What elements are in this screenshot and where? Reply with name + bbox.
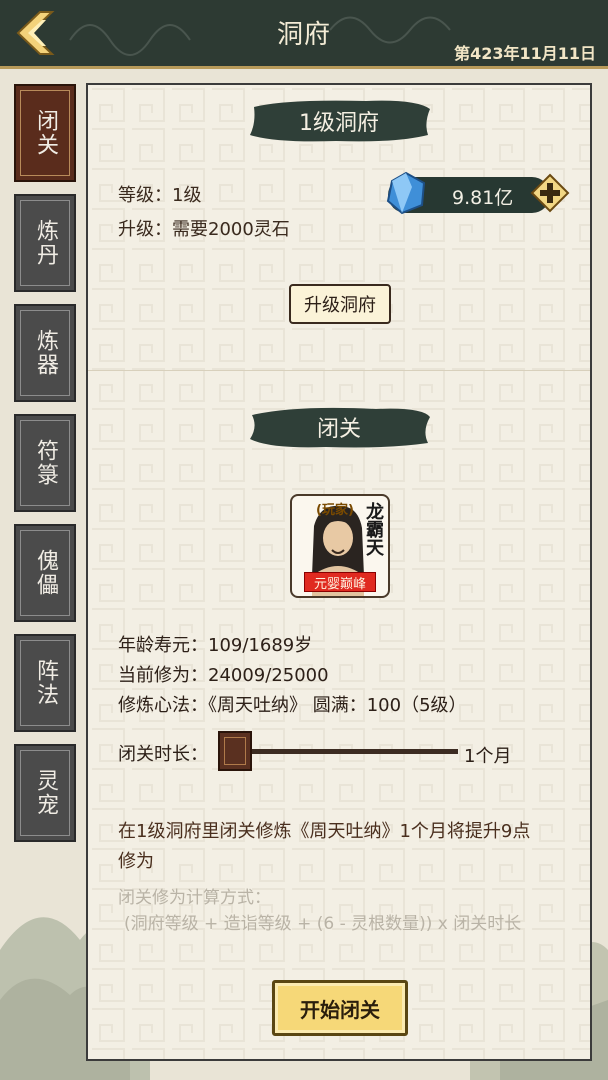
tab-label: 炼器	[33, 329, 58, 377]
start-retreat-button[interactable]: 开始闭关	[272, 980, 408, 1036]
tab-label: 傀儡	[33, 549, 58, 597]
game-date: 第423年11月11日	[454, 44, 596, 63]
top-bar: 洞府 第423年11月11日	[0, 0, 608, 69]
cave-banner-label: 1级洞府	[299, 111, 379, 136]
upgrade-cave-button[interactable]: 升级洞府	[289, 284, 391, 324]
upgrade-cost: 升级：需要2000灵石	[118, 219, 290, 240]
formula-text: (洞府等级 + 造诣等级 + (6 - 灵根数量)) x 闭关时长	[124, 914, 522, 934]
retreat-banner-label: 闭关	[316, 417, 361, 442]
tab-alchemy[interactable]: 炼丹	[14, 194, 76, 292]
cave-level: 等级：1级	[118, 185, 202, 206]
tab-label: 阵法	[33, 659, 58, 707]
tab-label: 灵宠	[33, 769, 58, 817]
duration-label: 闭关时长：	[118, 744, 208, 765]
spirit-stone-amount: 9.81亿	[452, 187, 514, 209]
cultivation-method: 修炼心法：《周天吐纳》 圆满：100（5级）	[118, 695, 467, 716]
duration-slider-track[interactable]	[238, 749, 458, 754]
spirit-stone-counter: 9.81亿	[386, 171, 570, 215]
add-spirit-stone-button[interactable]	[530, 173, 570, 213]
formula-block: 闭关修为计算方式： (洞府等级 + 造诣等级 + (6 - 灵根数量)) x 闭…	[118, 885, 521, 937]
retreat-description: 在1级洞府里闭关修炼《周天吐纳》1个月将提升9点修为	[118, 821, 531, 872]
section-divider	[88, 370, 590, 371]
formula-title: 闭关修为计算方式：	[118, 888, 271, 908]
player-avatar[interactable]: (玩家) 龙霸天 元婴巅峰	[290, 494, 390, 598]
cave-banner: 1级洞府	[246, 97, 432, 145]
tab-puppets[interactable]: 傀儡	[14, 524, 76, 622]
duration-slider-handle[interactable]	[218, 731, 252, 771]
tab-forging[interactable]: 炼器	[14, 304, 76, 402]
tab-label: 符箓	[33, 439, 58, 487]
cultivation-progress: 当前修为：24009/25000	[118, 665, 329, 686]
age-lifespan: 年龄寿元：109/1689岁	[118, 635, 313, 656]
tab-formations[interactable]: 阵法	[14, 634, 76, 732]
tab-retreat[interactable]: 闭关	[14, 84, 76, 182]
tab-talismans[interactable]: 符箓	[14, 414, 76, 512]
duration-value: 1个月	[464, 746, 512, 767]
retreat-banner: 闭关	[246, 403, 432, 451]
main-panel: 1级洞府 等级：1级 升级：需要2000灵石 9.81亿 升级洞府 闭关 (玩家…	[86, 83, 592, 1061]
tab-label: 炼丹	[33, 219, 58, 267]
realm-badge: 元婴巅峰	[304, 572, 376, 592]
player-name: 龙霸天	[363, 502, 384, 556]
tab-pets[interactable]: 灵宠	[14, 744, 76, 842]
plus-icon	[530, 173, 570, 213]
sidebar: 闭关 炼丹 炼器 符箓 傀儡 阵法 灵宠	[14, 84, 80, 854]
spirit-stone-icon	[386, 171, 426, 215]
player-tag: (玩家)	[316, 503, 354, 518]
tab-label: 闭关	[33, 109, 58, 157]
